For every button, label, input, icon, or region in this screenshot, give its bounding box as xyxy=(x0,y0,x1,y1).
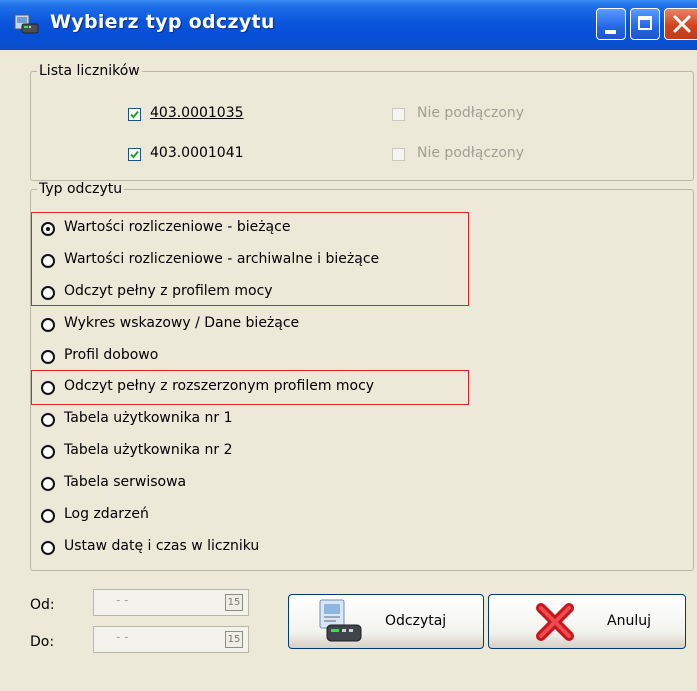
minimize-icon xyxy=(605,30,616,34)
highlight-box-primary xyxy=(31,212,469,306)
close-button[interactable] xyxy=(664,8,697,40)
meters-legend: Lista liczników xyxy=(37,63,142,79)
to-date-picker: - - 15 xyxy=(93,626,249,653)
to-date-value: - - xyxy=(116,630,129,644)
window-title: Wybierz typ odczytu xyxy=(50,11,275,33)
cancel-button[interactable]: Anuluj xyxy=(488,594,686,649)
meter-1-label[interactable]: 403.0001035 xyxy=(150,105,244,121)
meter-4-label: Nie podłączony xyxy=(417,145,525,161)
close-icon xyxy=(673,15,691,33)
maximize-button[interactable] xyxy=(630,8,660,40)
option-label-8[interactable]: Tabela użytkownika nr 2 xyxy=(64,442,233,458)
option-label-4[interactable]: Wykres wskazowy / Dane bieżące xyxy=(64,315,299,331)
title-bar[interactable]: Wybierz typ odczytu xyxy=(0,0,697,50)
option-label-11[interactable]: Ustaw datę i czas w liczniku xyxy=(64,538,259,554)
option-radio-11[interactable] xyxy=(41,541,55,555)
red-x-icon xyxy=(536,603,574,641)
checkmark-icon xyxy=(130,110,139,119)
from-date-picker: - - 15 xyxy=(93,589,249,616)
read-button-label: Odczytaj xyxy=(385,613,447,629)
option-radio-8[interactable] xyxy=(41,445,55,459)
option-label-7[interactable]: Tabela użytkownika nr 1 xyxy=(64,410,233,426)
meter-reader-icon xyxy=(319,599,362,642)
option-radio-7[interactable] xyxy=(41,413,55,427)
minimize-button[interactable] xyxy=(596,8,626,40)
from-label: Od: xyxy=(30,597,55,613)
option-radio-5[interactable] xyxy=(41,350,55,364)
option-label-10[interactable]: Log zdarzeń xyxy=(64,506,149,522)
checkmark-icon xyxy=(130,150,139,159)
app-icon xyxy=(14,14,39,34)
cancel-button-label: Anuluj xyxy=(607,613,651,629)
maximize-icon xyxy=(638,16,652,30)
reading-type-legend: Typ odczytu xyxy=(37,181,125,197)
option-label-9[interactable]: Tabela serwisowa xyxy=(64,474,186,490)
meter-3-checkbox xyxy=(392,108,405,121)
calendar-icon: 15 xyxy=(225,631,243,648)
meters-group: Lista liczników xyxy=(30,63,694,181)
meter-1-checkbox[interactable] xyxy=(128,108,141,121)
highlight-box-extended xyxy=(31,370,469,405)
dialog-window: Wybierz typ odczytu Lista liczników 403.… xyxy=(0,0,697,691)
meter-2-checkbox[interactable] xyxy=(128,148,141,161)
from-date-value: - - xyxy=(116,593,129,607)
option-label-5[interactable]: Profil dobowo xyxy=(64,347,158,363)
to-label: Do: xyxy=(30,634,55,650)
read-button[interactable]: Odczytaj xyxy=(288,594,484,649)
meter-3-label: Nie podłączony xyxy=(417,105,525,121)
calendar-icon: 15 xyxy=(225,594,243,611)
option-radio-10[interactable] xyxy=(41,509,55,523)
option-radio-9[interactable] xyxy=(41,477,55,491)
meter-2-label[interactable]: 403.0001041 xyxy=(150,145,244,161)
option-radio-4[interactable] xyxy=(41,318,55,332)
meter-4-checkbox xyxy=(392,148,405,161)
